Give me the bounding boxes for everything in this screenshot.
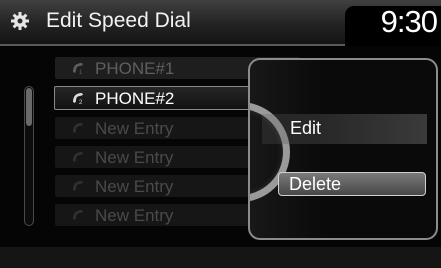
phone-1-icon: 1 (73, 63, 83, 75)
delete-option[interactable]: Delete (278, 172, 426, 196)
phone-2-icon: 2 (73, 93, 83, 105)
list-item-label: PHONE#1 (95, 59, 175, 78)
list-item-label: PHONE#2 (95, 89, 175, 108)
header-bar: Edit Speed Dial 9:30 (0, 0, 441, 46)
scrollbar[interactable] (24, 86, 34, 226)
phone-icon (73, 210, 83, 220)
gear-icon (11, 12, 29, 30)
edit-option-label: Edit (290, 118, 322, 138)
list-item-label: New Entry (95, 206, 174, 225)
speed-dial-screen: Edit Speed Dial 9:30 1 PHONE#1 2 PHONE#2… (0, 0, 441, 268)
phone-icon (73, 152, 83, 162)
list-item-label: New Entry (95, 119, 174, 138)
delete-option-label: Delete (289, 174, 342, 194)
clock: 9:30 (380, 4, 438, 39)
scrollbar-thumb[interactable] (26, 88, 32, 126)
list-item-label: New Entry (95, 148, 174, 167)
list-item-label: New Entry (95, 177, 174, 196)
bottom-bar (0, 247, 441, 268)
phone-icon (73, 123, 83, 133)
svg-text:1: 1 (79, 70, 83, 75)
phone-icon (73, 181, 83, 191)
options-popup: Edit Delete (248, 58, 438, 240)
page-title: Edit Speed Dial (46, 9, 191, 32)
svg-text:2: 2 (79, 100, 83, 105)
edit-option[interactable]: Edit (262, 114, 427, 144)
